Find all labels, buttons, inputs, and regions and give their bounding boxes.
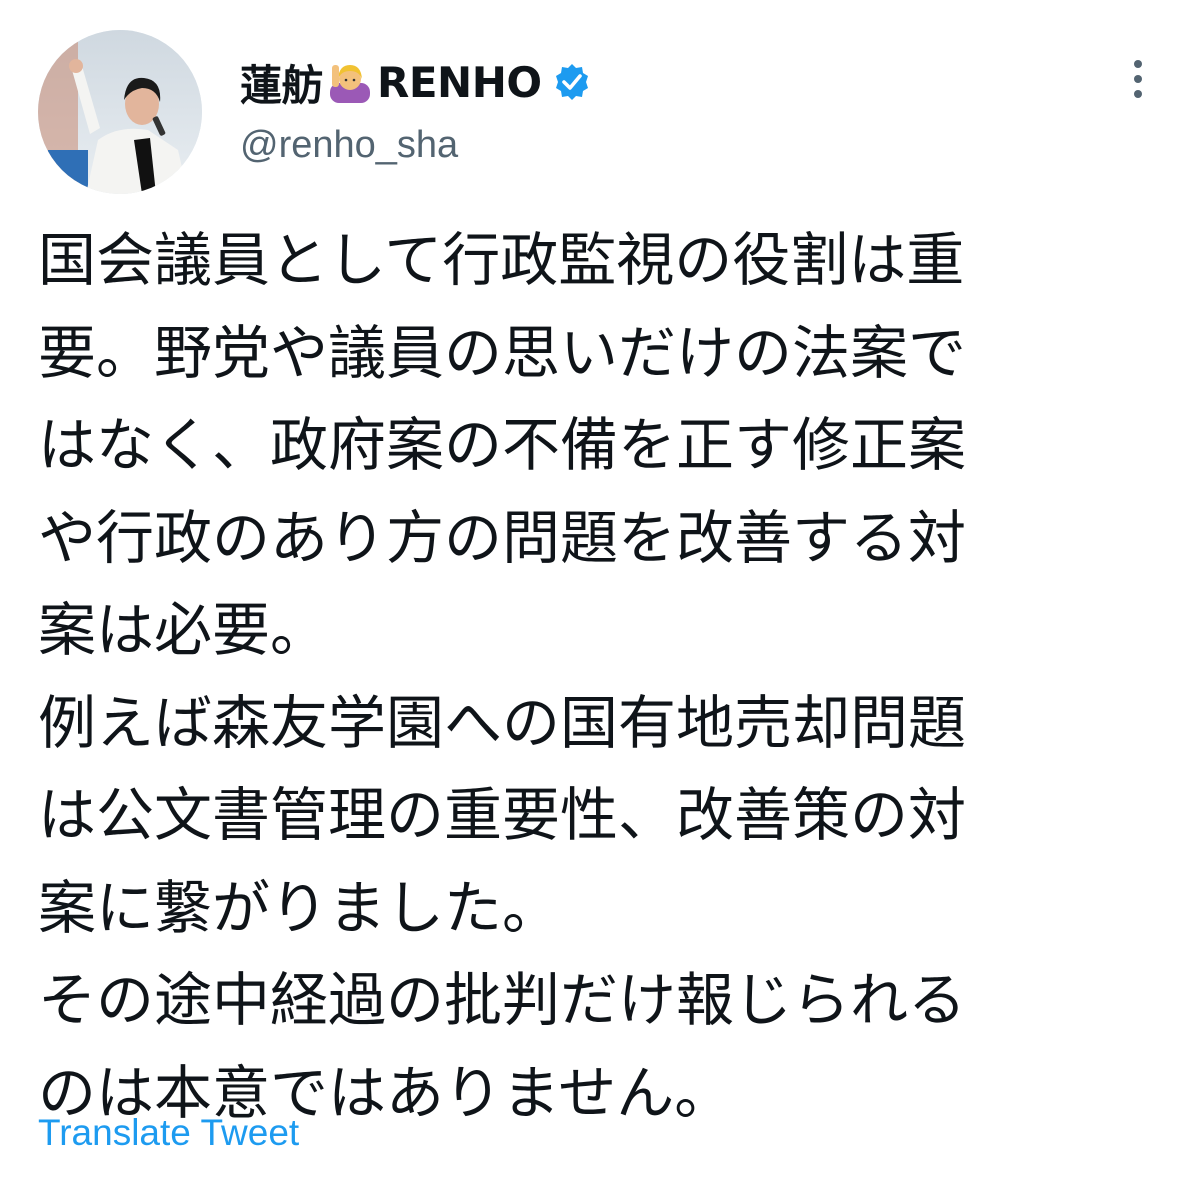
verified-badge-icon bbox=[552, 62, 592, 102]
tweet-line: や行政のあり方の問題を改善する対 bbox=[38, 503, 967, 572]
tweet-line: 案は必要。 bbox=[38, 596, 329, 664]
display-name-text: 蓮舫 bbox=[240, 60, 324, 110]
user-handle[interactable]: @renho_sha bbox=[240, 124, 458, 167]
woman-raising-hand-emoji-icon bbox=[327, 59, 373, 105]
tweet-line: 例えば森友学園への国有地売却問題 bbox=[38, 688, 967, 757]
more-options-button[interactable] bbox=[1118, 56, 1158, 106]
display-name[interactable]: 蓮舫 RENHO bbox=[240, 50, 592, 114]
avatar[interactable] bbox=[38, 30, 202, 194]
translate-tweet-link[interactable]: Translate Tweet bbox=[38, 1112, 299, 1154]
more-vertical-icon bbox=[1134, 60, 1142, 98]
tweet-line: その途中経過の批判だけ報じられる bbox=[38, 966, 967, 1034]
tweet-line: 要。野党や議員の思いだけの法案で bbox=[38, 318, 967, 387]
tweet-line: 国会議員として行政監視の役割は重 bbox=[38, 226, 965, 294]
tweet-line: 案に繋がりました。 bbox=[38, 873, 561, 942]
tweet-text: 国会議員として行政監視の役割は重 要。野党や議員の思いだけの法案で はなく、政府… bbox=[38, 214, 1168, 1139]
tweet-line: は公文書管理の重要性、改善策の対 bbox=[38, 781, 967, 849]
tweet-line: はなく、政府案の不備を正す修正案 bbox=[38, 411, 967, 479]
display-name-suffix: RENHO bbox=[377, 57, 542, 107]
